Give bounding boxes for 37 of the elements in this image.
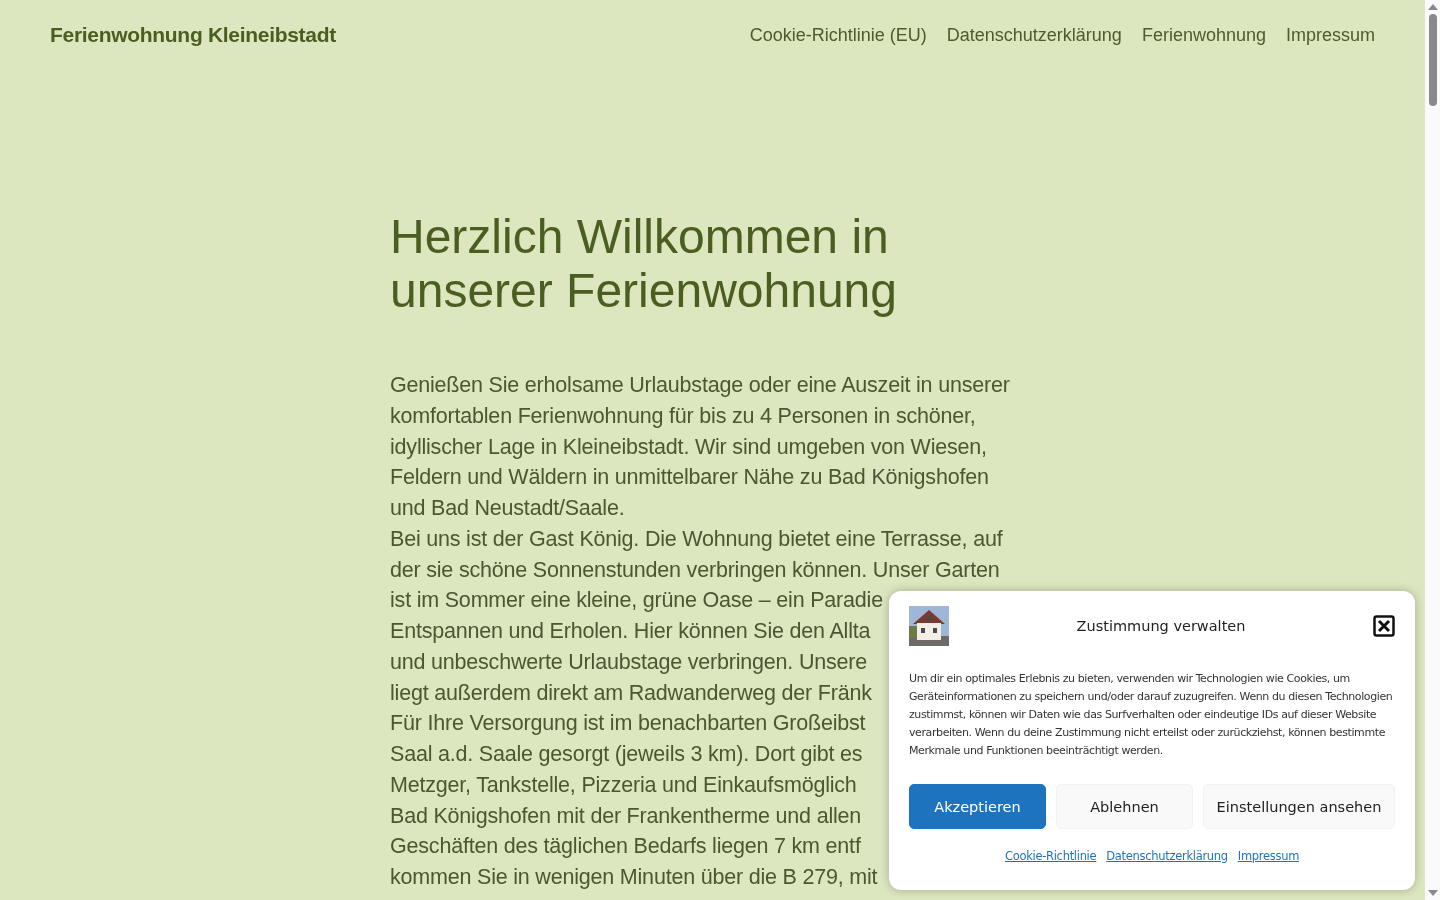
body-text-line: Genießen Sie erholsame Urlaubstage oder eine Auszeit in unserer [390, 372, 1010, 399]
site-title[interactable]: Ferienwohnung Kleineibstadt [50, 23, 336, 47]
nav-link[interactable]: Ferienwohnung [1141, 24, 1266, 46]
body-text-line: Bad Königshofen mit der Frankentherme und allen [390, 802, 862, 830]
body-text-line: Entspannen und Erholen. Hier können Sie den Allta [390, 618, 871, 645]
body-text-line: Bei uns ist der Gast König. Die Wohnung bietet eine Terrasse, auf [390, 525, 1003, 553]
dialog-title: Zustimmung verwalten [1076, 618, 1246, 634]
body-text-line: Für Ihre Versorgung ist im benachbarten Großeibst [390, 710, 866, 738]
body-text-line: komfortablen Ferienwohnung für bis zu 4 Personen in schöner, [390, 402, 976, 430]
page-heading: unserer Ferienwohnung [390, 264, 897, 318]
accept-button[interactable]: Akzeptieren [909, 784, 1046, 829]
nav-link[interactable]: Cookie-Richtlinie (EU) [749, 24, 927, 46]
nav-link[interactable]: Datenschutzerklärung [946, 24, 1122, 46]
page-heading: Herzlich Willkommen in [390, 210, 889, 264]
body-text-line: Metzger, Tankstelle, Pizzeria und Einkaufsmöglich [390, 771, 857, 799]
body-text-line: Saal a.d. Saale gesorgt (jeweils 3 km). Dort gibt es [390, 741, 863, 768]
close-icon[interactable] [1373, 615, 1395, 637]
body-text-line: und Bad Neustadt/Saale. [390, 495, 625, 522]
body-text-line: ist im Sommer eine kleine, grüne Oase – ein Paradie [390, 587, 883, 615]
dialog-link[interactable]: Datenschutzerklärung [1106, 849, 1228, 863]
body-text-line: kommen Sie in wenigen Minuten über die B 279, mit [390, 864, 878, 891]
body-text-line: Feldern und Wäldern in unmittelbarer Nähe zu Bad Königshofen [390, 464, 989, 492]
dialog-text: Um dir ein optimales Erlebnis zu bieten, verwenden wir Technologien wie Cookies, um Geräteinformationen zu speichern und/oder darauf zuzugreifen. Wenn du diesen Technologien zustimmst, können wir Daten wie das Surfverhalten oder eindeutige IDs auf dieser Website verarbeiten. Wenn du deine Zustimmung nicht erteilst oder zurückziehst, können bestimmte Merkmale und Funktionen beeinträchtigt werden. [909, 671, 1394, 759]
nav-link[interactable]: Impressum [1286, 24, 1375, 46]
body-text-line: Geschäften des täglichen Bedarfs liegen 7 km entf [390, 833, 861, 861]
scroll-up-icon[interactable] [1427, 4, 1438, 10]
body-text-line: und unbeschwerte Urlaubstage verbringen. Unsere [390, 648, 868, 676]
scrollbar[interactable] [1425, 0, 1440, 900]
body-text-line: idyllischer Lage in Kleineibstadt. Wir sind umgeben von Wiesen, [390, 433, 987, 461]
dialog-link[interactable]: Impressum [1237, 849, 1300, 863]
body-text-line: liegt außerdem direkt am Radwanderweg der Fränk [390, 679, 872, 707]
scroll-thumb[interactable] [1428, 14, 1437, 106]
dialog-link[interactable]: Cookie-Richtlinie [1004, 849, 1097, 863]
scroll-down-icon[interactable] [1427, 890, 1438, 896]
body-text-line: der sie schöne Sonnenstunden verbringen können. Unser Garten [390, 556, 1000, 584]
dialog-button[interactable]: Einstellungen ansehen [1203, 784, 1395, 829]
dialog-button[interactable]: Ablehnen [1056, 784, 1193, 829]
